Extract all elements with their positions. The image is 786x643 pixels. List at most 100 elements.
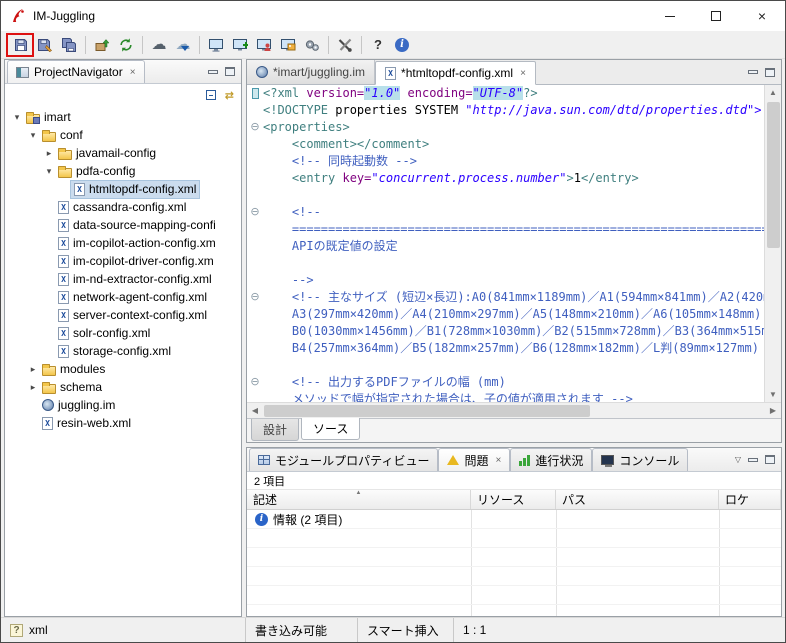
tree-item-im-copilot-action-config.xm[interactable]: Xim-copilot-action-config.xm [5, 234, 241, 252]
statusbar-insert-mode: スマート挿入 [357, 618, 453, 642]
code-line: APIの既定値の設定 [247, 238, 764, 255]
cloud-download-button[interactable]: ☁ [147, 33, 171, 57]
tree-item-imart[interactable]: ▾imart [5, 108, 241, 126]
tree-item-resin-web.xml[interactable]: Xresin-web.xml [5, 414, 241, 432]
monitor-image-button[interactable] [276, 33, 300, 57]
xml-icon: X [58, 237, 69, 250]
refresh-button[interactable] [114, 33, 138, 57]
monitor-add-button[interactable] [228, 33, 252, 57]
tree-item-schema[interactable]: ▸schema [5, 378, 241, 396]
fold-collapse-icon[interactable]: ⊖ [247, 204, 263, 221]
collapsed-arrow-icon[interactable]: ▸ [27, 382, 39, 393]
tab-console[interactable]: コンソール [592, 448, 688, 471]
minimize-button[interactable] [647, 1, 693, 31]
maximize-view-icon[interactable] [765, 455, 775, 464]
save-as-button[interactable] [33, 33, 57, 57]
link-with-editor-icon[interactable]: ⇄ [225, 89, 234, 102]
fold-collapse-icon[interactable]: ⊖ [247, 289, 263, 306]
toolbar-separator [199, 36, 200, 54]
tab-problems[interactable]: 問題 × [438, 448, 510, 471]
tree-item-solr-config.xml[interactable]: Xsolr-config.xml [5, 324, 241, 342]
scrollbar-thumb[interactable] [767, 102, 780, 248]
empty-row [247, 548, 781, 567]
info-button[interactable]: i [390, 33, 414, 57]
tree-item-storage-config.xml[interactable]: Xstorage-config.xml [5, 342, 241, 360]
app-logo-icon [10, 8, 26, 24]
problems-row[interactable]: i情報 (2 項目) [247, 510, 781, 529]
view-menu-icon[interactable]: ▽ [735, 455, 741, 464]
gears-button[interactable] [300, 33, 324, 57]
cloud-arrow-icon: ☁ [176, 37, 191, 52]
close-tab-icon[interactable]: × [520, 68, 526, 79]
tab-project-navigator[interactable]: ProjectNavigator × [7, 60, 145, 83]
help-button[interactable]: ? [366, 33, 390, 57]
console-icon [601, 455, 614, 465]
fold-collapse-icon[interactable]: ⊖ [247, 374, 263, 391]
scrollbar-thumb[interactable] [264, 405, 590, 417]
minimize-view-icon[interactable] [748, 458, 758, 462]
maximize-button[interactable] [693, 1, 739, 31]
tree-item-javamail-config[interactable]: ▸javamail-config [5, 144, 241, 162]
tree-item-modules[interactable]: ▸modules [5, 360, 241, 378]
tools-button[interactable] [333, 33, 357, 57]
minimize-view-icon[interactable] [748, 70, 758, 74]
expanded-arrow-icon[interactable]: ▾ [27, 130, 39, 141]
collapsed-arrow-icon[interactable]: ▸ [27, 364, 39, 375]
tree-item-im-nd-extractor-config.xml[interactable]: Xim-nd-extractor-config.xml [5, 270, 241, 288]
import-button[interactable] [90, 33, 114, 57]
tree-item-pdfa-config[interactable]: ▾pdfa-config [5, 162, 241, 180]
collapse-all-icon[interactable] [206, 90, 216, 100]
im-icon [42, 399, 54, 411]
code-line: ⊖ <!-- 主なサイズ (短辺×長辺):A0(841mm×1189mm)／A1… [247, 289, 764, 306]
tab-htmltopdf-config-xml[interactable]: X *htmltopdf-config.xml × [375, 61, 536, 85]
view-tab-label: 進行状況 [535, 452, 583, 469]
tab-source[interactable]: ソース [301, 418, 360, 440]
tab-module-property-view[interactable]: モジュールプロパティビュー [249, 448, 438, 471]
column-header-resource[interactable]: リソース [471, 490, 556, 509]
close-view-icon[interactable]: × [130, 67, 136, 78]
save-button[interactable] [9, 33, 33, 57]
maximize-view-icon[interactable] [765, 68, 775, 77]
im-file-icon [256, 66, 268, 78]
column-header-location[interactable]: ロケ [719, 490, 781, 509]
tab-design[interactable]: 設計 [251, 419, 299, 441]
fold-gutter [247, 221, 263, 238]
scroll-left-icon[interactable]: ◀ [247, 403, 263, 418]
tree-item-conf[interactable]: ▾conf [5, 126, 241, 144]
tab-juggling-im[interactable]: *imart/juggling.im [247, 60, 375, 84]
close-view-icon[interactable]: × [495, 455, 501, 466]
scroll-right-icon[interactable]: ▶ [765, 403, 781, 418]
expanded-arrow-icon[interactable]: ▾ [43, 166, 55, 177]
tree-item-juggling.im[interactable]: juggling.im [5, 396, 241, 414]
code-line [247, 255, 764, 272]
tree-item-data-source-mapping-confi[interactable]: Xdata-source-mapping-confi [5, 216, 241, 234]
monitor-user-button[interactable] [252, 33, 276, 57]
cloud-sync-button[interactable]: ☁ [171, 33, 195, 57]
minimize-view-icon[interactable] [208, 70, 218, 74]
column-header-description[interactable]: ▲ 記述 [247, 490, 471, 509]
vertical-scrollbar[interactable]: ▲ ▼ [764, 85, 781, 402]
tree-item-cassandra-config.xml[interactable]: Xcassandra-config.xml [5, 198, 241, 216]
monitor-button[interactable] [204, 33, 228, 57]
save-all-button[interactable] [57, 33, 81, 57]
close-button[interactable]: × [739, 1, 785, 31]
tree-item-htmltopdf-config.xml[interactable]: Xhtmltopdf-config.xml [5, 180, 241, 198]
tree-item-server-context-config.xml[interactable]: Xserver-context-config.xml [5, 306, 241, 324]
scroll-down-icon[interactable]: ▼ [765, 387, 781, 402]
xml-icon: X [74, 183, 85, 196]
expanded-arrow-icon[interactable]: ▾ [11, 112, 23, 123]
code-lines[interactable]: <?xml version="1.0" encoding="UTF-8"?><!… [247, 85, 764, 402]
maximize-view-icon[interactable] [225, 67, 235, 76]
code-line: <!-- 同時起動数 --> [247, 153, 764, 170]
fold-collapse-icon[interactable]: ⊖ [247, 119, 263, 136]
toolbar-separator [142, 36, 143, 54]
tree-item-network-agent-config.xml[interactable]: Xnetwork-agent-config.xml [5, 288, 241, 306]
scroll-up-icon[interactable]: ▲ [765, 85, 781, 100]
tab-progress[interactable]: 進行状況 [510, 448, 592, 471]
project-icon [26, 114, 40, 124]
column-header-path[interactable]: パス [556, 490, 719, 509]
horizontal-scrollbar[interactable]: ◀ ▶ [247, 402, 781, 418]
collapsed-arrow-icon[interactable]: ▸ [43, 148, 55, 159]
tree-item-im-copilot-driver-config.xm[interactable]: Xim-copilot-driver-config.xm [5, 252, 241, 270]
tree-item-label: htmltopdf-config.xml [89, 182, 196, 196]
